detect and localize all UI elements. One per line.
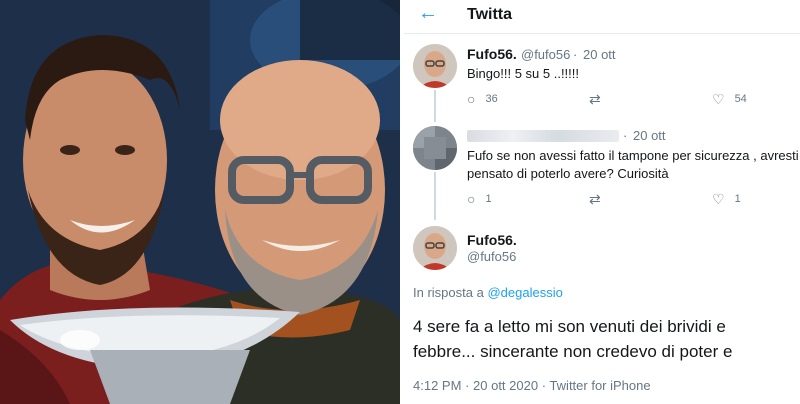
meta-separator: ·	[623, 128, 628, 143]
reply-to-mention[interactable]: @degalessio	[487, 285, 562, 300]
reply-button[interactable]: ○ 36	[467, 92, 498, 106]
avatar[interactable]	[413, 126, 457, 170]
reply-count: 1	[485, 193, 492, 205]
tweet-time[interactable]: 4:12 PM	[413, 378, 461, 393]
thread-line	[434, 90, 436, 122]
reply-icon: ○	[467, 191, 476, 207]
meta-separator: ·	[541, 378, 547, 393]
tweet-date[interactable]: 20 ott	[583, 47, 616, 62]
blurred-author-name	[467, 130, 619, 142]
tweet-date[interactable]: 20 ott 2020	[473, 378, 538, 393]
retweet-button[interactable]: ⇄	[589, 92, 611, 106]
page-title: Twitta	[467, 6, 513, 23]
tweet-client[interactable]: Twitter for iPhone	[549, 378, 650, 393]
heart-icon: ♡	[712, 91, 725, 107]
heart-icon: ♡	[712, 191, 725, 207]
reply-to-line: In risposta a @degalessio	[413, 285, 563, 300]
retweet-icon: ⇄	[589, 191, 601, 207]
tweet-text-line-1: 4 sere fa a letto mi son venuti dei briv…	[413, 317, 726, 336]
tweet-text: Bingo!!! 5 su 5 ..!!!!!	[467, 66, 580, 81]
twitter-panel: ← Twitta Fufo56. @fufo56 · 20 ott Bingo!…	[404, 0, 800, 404]
retweet-button[interactable]: ⇄	[589, 192, 611, 206]
tweet-date[interactable]: 20 ott	[633, 128, 666, 143]
avatar[interactable]	[413, 226, 457, 270]
thread-line	[434, 172, 436, 220]
retweet-icon: ⇄	[589, 91, 601, 107]
avatar-image	[413, 44, 457, 88]
avatar-image	[413, 226, 457, 270]
reply-count: 36	[485, 93, 498, 105]
tweet-author-handle[interactable]: @fufo56	[467, 249, 516, 264]
page-header: ← Twitta	[404, 0, 800, 34]
photo-illustration	[0, 0, 400, 404]
reply-to-prefix: In risposta a	[413, 285, 484, 300]
like-button[interactable]: ♡ 54	[712, 92, 747, 106]
meta-separator: ·	[465, 378, 470, 393]
tweet-text-line-2: febbre... sincerante non credevo di pote…	[413, 342, 733, 361]
reply-icon: ○	[467, 91, 476, 107]
avatar[interactable]	[413, 44, 457, 88]
tweet-actions: ○ 36 ⇄ ♡ 54	[467, 92, 797, 110]
arrow-left-icon[interactable]: ←	[418, 3, 438, 23]
tweet-timestamp: 4:12 PM · 20 ott 2020 · Twitter for iPho…	[413, 378, 651, 393]
avatar-image	[413, 126, 457, 170]
meta-separator: ·	[573, 47, 578, 62]
tweet-author-name[interactable]: Fufo56.	[467, 232, 517, 248]
tweet-author-name[interactable]: Fufo56.	[467, 46, 517, 62]
reply-button[interactable]: ○ 1	[467, 192, 492, 206]
photo-panel	[0, 0, 400, 404]
tweet-text-line-1: Fufo se non avessi fatto il tampone per …	[467, 148, 799, 163]
like-count: 1	[734, 193, 741, 205]
tweet-author-handle[interactable]: @fufo56	[521, 47, 570, 62]
tweet-actions: ○ 1 ⇄ ♡ 1	[467, 192, 797, 210]
tweet-text-line-2: pensato di poterlo avere? Curiosità	[467, 166, 669, 181]
like-button[interactable]: ♡ 1	[712, 192, 741, 206]
like-count: 54	[734, 93, 747, 105]
